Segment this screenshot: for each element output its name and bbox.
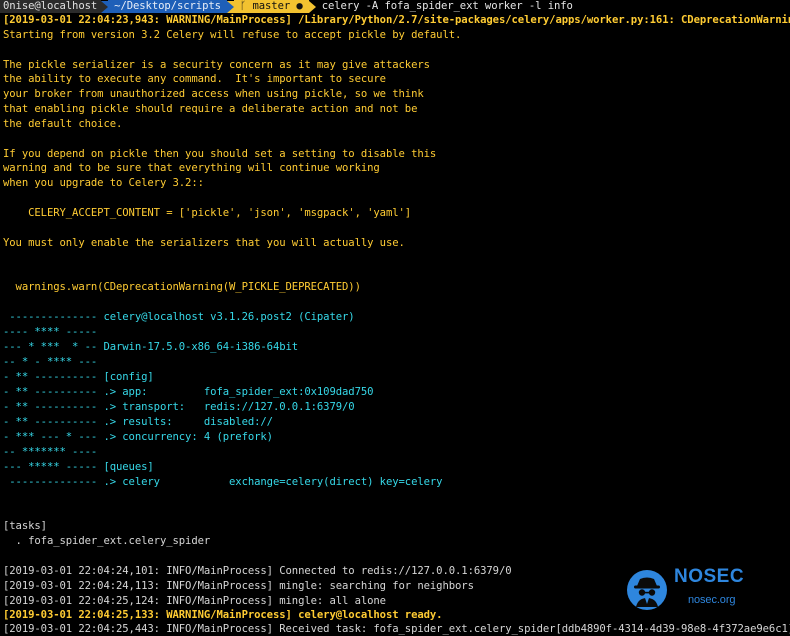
watermark-subtitle: nosec.org [688,594,736,606]
warning-line: warnings.warn(CDeprecationWarning(W_PICK… [3,281,361,293]
banner-line: --- ***** ----- [queues] [3,461,154,473]
warning-line: Starting from version 3.2 Celery will re… [3,29,462,41]
warning-line: the ability to execute any command. It's… [3,73,386,85]
command-text: celery -A fofa_spider_ext worker -l info [321,0,573,13]
banner-line: - ** ---------- .> app: fofa_spider_ext:… [3,386,374,398]
log-line-warning: [2019-03-01 22:04:25,133: WARNING/MainPr… [3,609,443,621]
terminal-window[interactable]: 0nise@localhost ~/Desktop/scripts ᚴ mast… [0,0,790,636]
banner-line: -- * - **** --- [3,356,98,368]
banner-line: --- * *** * -- Darwin-17.5.0-x86_64-i386… [3,341,299,353]
log-line: [2019-03-01 22:04:24,101: INFO/MainProce… [3,565,512,577]
banner-line: ---- **** ----- [3,326,98,338]
warning-line: the default choice. [3,118,123,130]
banner-line: - ** ---------- .> results: disabled:// [3,416,273,428]
warning-line: when you upgrade to Celery 3.2:: [3,177,204,189]
log-line: [2019-03-01 22:04:25,124: INFO/MainProce… [3,595,386,607]
warning-line: You must only enable the serializers tha… [3,237,405,249]
banner-line: - ** ---------- .> transport: redis://12… [3,401,355,413]
prompt-separator-icon [101,0,109,13]
tasks-header: [tasks] [3,520,47,532]
warning-line: If you depend on pickle then you should … [3,148,437,160]
git-branch-name: master [252,0,291,12]
git-dirty-icon: ● [296,0,303,12]
prompt-user: 0nise@localhost [0,0,102,13]
banner-line: -------------- .> celery exchange=celery… [3,476,443,488]
banner-line: - ** ---------- [config] [3,371,154,383]
warning-line: that enabling pickle should require a de… [3,103,418,115]
nosec-watermark: NOSEC nosec.org [626,567,776,613]
task-item: . fofa_spider_ext.celery_spider [3,535,211,547]
banner-line: - *** --- * --- .> concurrency: 4 (prefo… [3,431,273,443]
shell-prompt: 0nise@localhost ~/Desktop/scripts ᚴ mast… [0,0,573,13]
spy-icon [627,570,667,610]
warning-line: The pickle serializer is a security conc… [3,59,430,71]
watermark-title: NOSEC [674,566,745,587]
banner-line: -- ******* ---- [3,446,98,458]
git-branch-icon: ᚴ [239,0,247,12]
warning-line: CELERY_ACCEPT_CONTENT = ['pickle', 'json… [3,207,412,219]
warning-line: your broker from unauthorized access whe… [3,88,424,100]
warning-line: warning and to be sure that everything w… [3,162,380,174]
warning-header: [2019-03-01 22:04:23,943: WARNING/MainPr… [3,14,790,26]
log-line: [2019-03-01 22:04:24,113: INFO/MainProce… [3,580,474,592]
prompt-git-branch: ᚴ master ● [233,0,309,13]
log-line: [2019-03-01 22:04:25,443: INFO/MainProce… [3,623,790,635]
prompt-path: ~/Desktop/scripts [108,0,227,13]
banner-line: -------------- celery@localhost v3.1.26.… [3,311,355,323]
prompt-separator-icon [308,0,316,13]
prompt-separator-icon [226,0,234,13]
